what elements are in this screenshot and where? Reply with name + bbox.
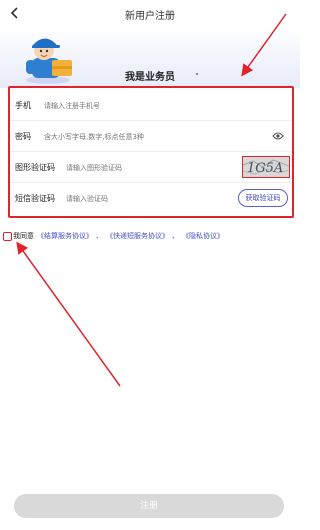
sms-code-row: 短信验证码 获取验证码 [10,183,292,214]
privacy-agreement-link[interactable]: 《隐私协议》 [182,231,224,241]
header: 新用户注册 [0,0,300,28]
phone-row: 手机 [10,90,292,121]
phone-label: 手机 [15,101,31,110]
image-code-input[interactable] [66,162,226,174]
captcha-text: 1G5A [247,161,283,176]
password-label: 密码 [15,132,31,141]
agreement-row: 我同意 《结算服务协议》 、 《快递短服务协议》 、 《隐私协议》 [3,230,224,242]
captcha-image[interactable]: 1G5A [242,156,290,178]
image-code-label: 图形验证码 [15,163,55,172]
phone-input[interactable] [44,100,244,112]
agreement-checkbox[interactable] [3,231,12,241]
decorative-dot [196,73,198,75]
sms-code-label: 短信验证码 [15,194,55,203]
page-title: 新用户注册 [125,11,175,22]
courier-mascot-illustration [26,38,72,84]
annotation-arrow-bottom [16,241,121,387]
settlement-agreement-link[interactable]: 《结算服务协议》 [37,231,93,241]
password-row: 密码 [10,121,292,152]
registration-form: 手机 密码 图形验证码 1G5A 短信验证码 获取验证码 [8,86,294,218]
role-title: 我是业务员 [125,72,175,83]
image-code-row: 图形验证码 1G5A [10,152,292,183]
register-button[interactable]: 注册 [14,494,284,518]
express-service-agreement-link[interactable]: 《快递短服务协议》 [106,231,169,241]
agreement-separator: 、 [172,232,179,240]
get-sms-code-button[interactable]: 获取验证码 [238,189,288,207]
sms-code-input[interactable] [66,193,216,205]
agreement-separator: 、 [96,232,103,240]
eye-icon[interactable] [272,131,284,141]
agreement-prefix: 我同意 [13,232,34,240]
password-input[interactable] [44,131,244,143]
